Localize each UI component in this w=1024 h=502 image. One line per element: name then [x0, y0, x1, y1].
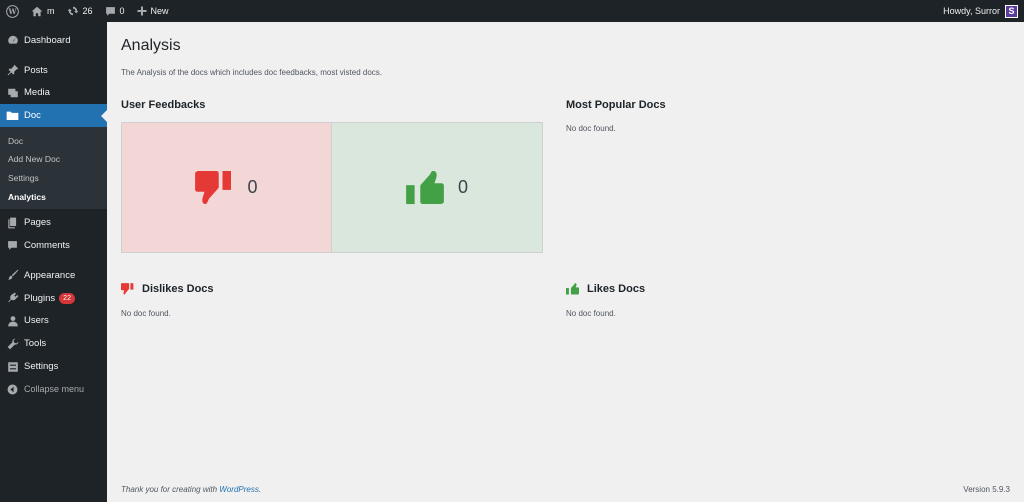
comment-icon [105, 6, 115, 16]
sidebar-item-tools[interactable]: Tools [0, 332, 107, 355]
sidebar-label: Comments [24, 240, 70, 252]
sidebar-item-plugins[interactable]: Plugins 22 [0, 287, 107, 310]
sidebar-label: Doc [24, 110, 41, 122]
admin-bar: W m 26 0 New Howdy, Surror S [0, 0, 1024, 22]
folder-icon [6, 111, 19, 121]
sidebar-label: Dashboard [24, 34, 71, 46]
sidebar-label: Users [24, 315, 49, 327]
sidebar-item-posts[interactable]: Posts [0, 59, 107, 82]
dislike-feedback-box: 0 [122, 123, 332, 252]
settings-icon [7, 361, 18, 372]
most-popular-docs-title: Most Popular Docs [566, 99, 666, 111]
user-feedbacks-title-text: User Feedbacks [121, 99, 206, 111]
page-title: Analysis [121, 37, 181, 54]
like-feedback-box: 0 [332, 123, 542, 252]
sidebar-item-dashboard[interactable]: Dashboard [0, 29, 107, 52]
wordpress-logo-button[interactable]: W [0, 0, 25, 22]
dislikes-docs-empty: No doc found. [121, 309, 171, 318]
comment-icon [8, 241, 17, 250]
svg-text:W: W [7, 7, 17, 16]
submenu-item-doc[interactable]: Doc [0, 131, 107, 150]
collapse-icon [7, 384, 18, 395]
sidebar-label: Media [24, 87, 50, 99]
my-account-button[interactable]: Howdy, Surror S [943, 0, 1024, 22]
paintbrush-icon [7, 269, 18, 281]
dislikes-docs-title: Dislikes Docs [121, 283, 214, 295]
sidebar-item-settings[interactable]: Settings [0, 355, 107, 378]
sidebar-item-appearance[interactable]: Appearance [0, 264, 107, 287]
likes-docs-empty: No doc found. [566, 309, 616, 318]
new-content-button[interactable]: New [131, 0, 175, 22]
most-popular-empty: No doc found. [566, 124, 616, 133]
sidebar-item-users[interactable]: Users [0, 310, 107, 333]
submenu-item-settings[interactable]: Settings [0, 169, 107, 188]
sidebar-label: Tools [24, 338, 47, 350]
admin-sidebar: Dashboard Posts Media Doc Doc Add New Do… [0, 22, 107, 502]
footer-thanks-suffix: . [258, 485, 262, 494]
pin-icon [7, 64, 18, 76]
wrench-icon [7, 338, 18, 350]
sidebar-label: Appearance [24, 269, 76, 281]
page-description: The Analysis of the docs which includes … [121, 68, 383, 77]
updates-button[interactable]: 26 [61, 0, 99, 22]
collapse-menu-button[interactable]: Collapse menu [0, 378, 107, 401]
wordpress-icon: W [6, 4, 19, 18]
avatar: S [1005, 4, 1018, 18]
plugin-icon [7, 292, 18, 303]
sidebar-label: Pages [24, 217, 51, 229]
thumbs-up-icon [406, 170, 444, 204]
thumbs-up-icon [566, 283, 579, 295]
sidebar-item-comments[interactable]: Comments [0, 234, 107, 257]
home-icon [31, 6, 43, 16]
plugins-update-badge: 22 [59, 292, 75, 304]
comments-button[interactable]: 0 [99, 0, 131, 22]
updates-count: 26 [82, 6, 93, 16]
dashboard-icon [7, 36, 18, 44]
dislikes-docs-title-text: Dislikes Docs [142, 283, 214, 295]
footer-thanks-prefix: Thank you for creating with [121, 485, 220, 494]
sidebar-item-pages[interactable]: Pages [0, 211, 107, 234]
sidebar-label: Plugins [24, 292, 56, 304]
media-icon [7, 88, 18, 98]
thumbs-down-icon [121, 283, 134, 295]
user-feedbacks-title: User Feedbacks [121, 99, 205, 111]
dislikes-count: 0 [247, 177, 258, 197]
wordpress-link[interactable]: WordPress [219, 485, 259, 494]
likes-count: 0 [457, 177, 468, 197]
plus-icon [137, 6, 147, 16]
submenu-item-analytics[interactable]: Analytics [0, 188, 107, 207]
thumbs-down-icon [195, 170, 232, 204]
comments-count: 0 [119, 6, 125, 16]
updates-icon [67, 6, 78, 16]
sidebar-label: Settings [24, 361, 59, 373]
sidebar-label: Posts [24, 64, 48, 76]
howdy-text: Howdy, Surror [943, 6, 1000, 16]
new-label: New [150, 6, 169, 16]
users-icon [7, 316, 18, 327]
submenu-item-add-new-doc[interactable]: Add New Doc [0, 150, 107, 169]
user-feedbacks-panel: 0 0 [121, 122, 543, 253]
site-name: m [47, 6, 55, 16]
sidebar-item-media[interactable]: Media [0, 82, 107, 105]
collapse-label: Collapse menu [24, 384, 85, 395]
footer-version: Version 5.9.3 [963, 485, 1010, 494]
site-name-button[interactable]: m [25, 0, 61, 22]
most-popular-docs-title-text: Most Popular Docs [566, 99, 666, 111]
doc-submenu: Doc Add New Doc Settings Analytics [0, 127, 107, 210]
footer-thanks: Thank you for creating with WordPress. [121, 485, 261, 494]
main-content: Analysis The Analysis of the docs which … [107, 22, 1024, 502]
likes-docs-title-text: Likes Docs [587, 283, 646, 295]
likes-docs-title: Likes Docs [566, 283, 645, 295]
pages-icon [8, 217, 17, 229]
sidebar-item-doc[interactable]: Doc [0, 104, 107, 128]
